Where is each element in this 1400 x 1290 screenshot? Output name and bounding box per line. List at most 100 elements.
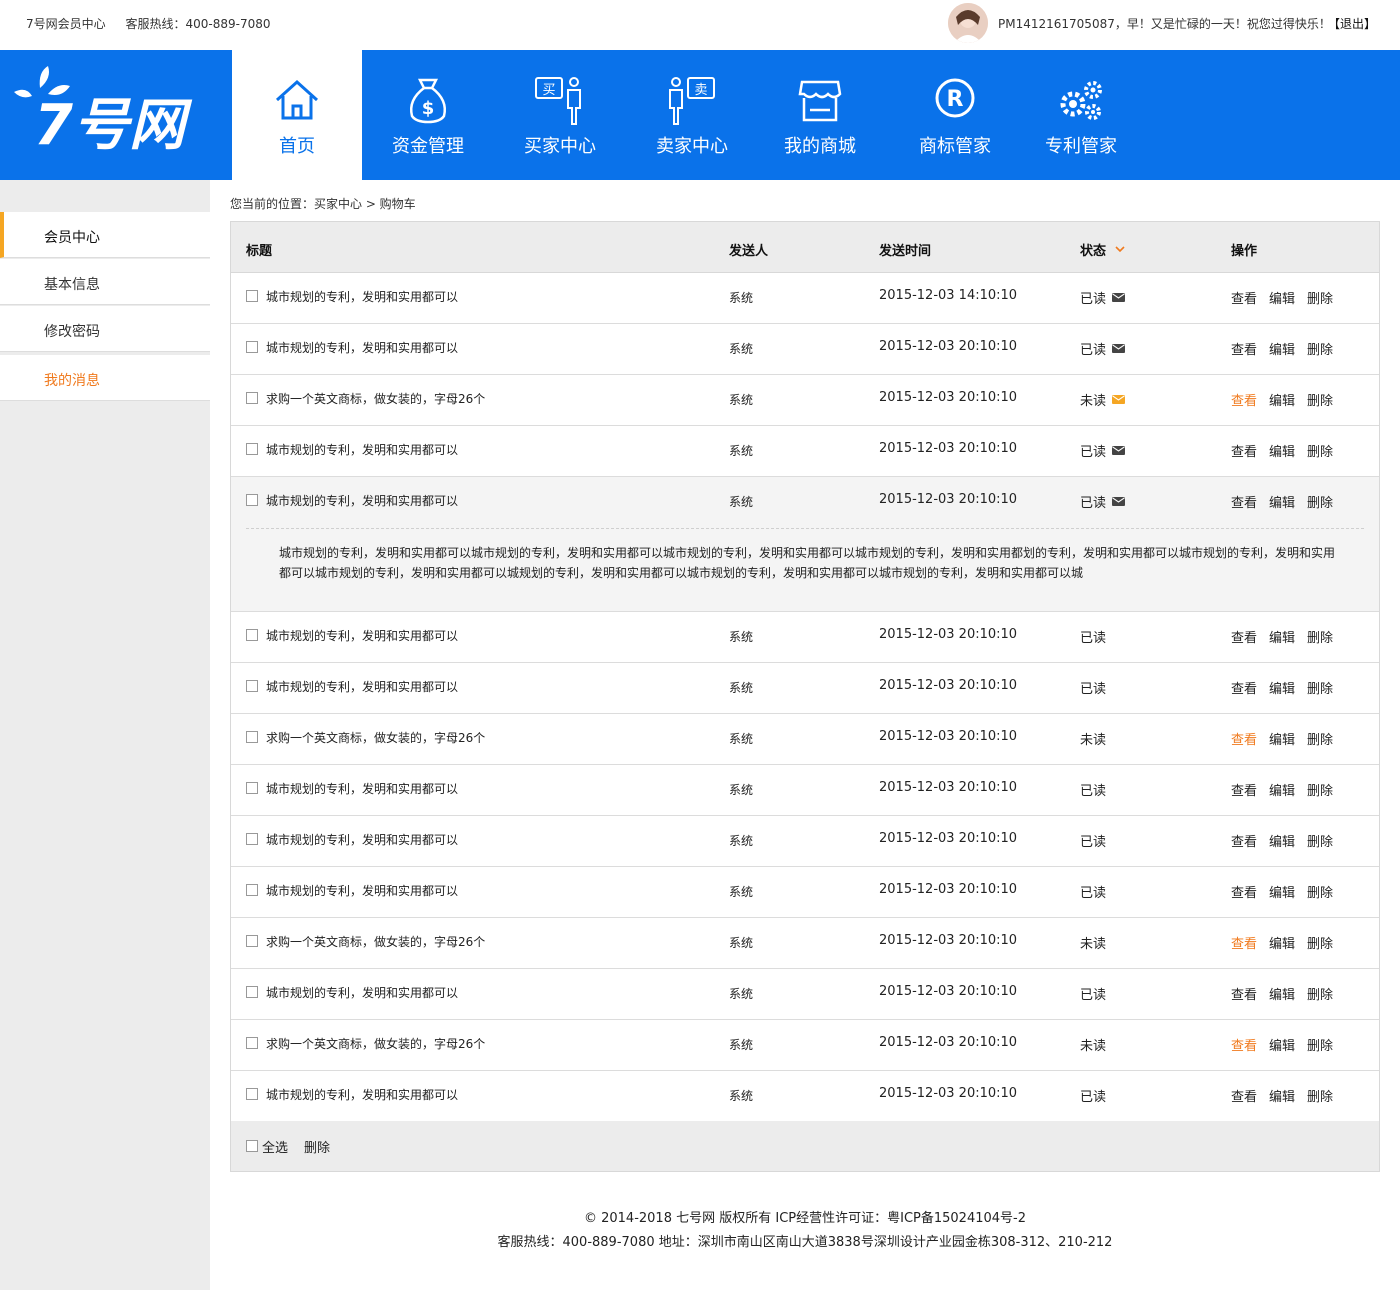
sidebar-item-member-center[interactable]: 会员中心 [0,212,210,258]
table-row[interactable]: 城市规划的专利，发明和实用都可以 系统 2015-12-03 20:10:10 已读 查… [231,1071,1379,1122]
view-button[interactable]: 查看 [1231,1086,1257,1105]
table-row[interactable]: 城市规划的专利，发明和实用都可以 系统 2015-12-03 20:10:10 已读 查… [231,765,1379,816]
row-title[interactable]: 城市规划的专利，发明和实用都可以 [266,882,458,899]
row-title[interactable]: 城市规划的专利，发明和实用都可以 [266,831,458,848]
row-checkbox[interactable] [246,680,258,692]
view-button[interactable]: 查看 [1231,288,1257,307]
logout-link[interactable]: 【退出】 [1328,15,1376,32]
row-checkbox[interactable] [246,1088,258,1100]
delete-button[interactable]: 删除 [1307,339,1333,358]
delete-button[interactable]: 删除 [1307,441,1333,460]
row-title[interactable]: 城市规划的专利，发明和实用都可以 [266,441,458,458]
row-checkbox[interactable] [246,935,258,947]
row-checkbox[interactable] [246,986,258,998]
table-row[interactable]: 城市规划的专利，发明和实用都可以 系统 2015-12-03 20:10:10 已读 查… [231,612,1379,663]
row-checkbox[interactable] [246,341,258,353]
view-button[interactable]: 查看 [1231,492,1257,511]
delete-button[interactable]: 删除 [1307,390,1333,409]
delete-button[interactable]: 删除 [1307,882,1333,901]
edit-button[interactable]: 编辑 [1269,627,1295,646]
delete-button[interactable]: 删除 [1307,984,1333,1003]
row-checkbox[interactable] [246,731,258,743]
view-button[interactable]: 查看 [1231,1035,1257,1054]
view-button[interactable]: 查看 [1231,627,1257,646]
table-row[interactable]: 求购一个英文商标，做女装的，字母26个 系统 2015-12-03 20:10:10… [231,375,1379,426]
sidebar-item-change-password[interactable]: 修改密码 [0,306,210,352]
row-checkbox[interactable] [246,494,258,506]
row-checkbox[interactable] [246,833,258,845]
view-button[interactable]: 查看 [1231,831,1257,850]
view-button[interactable]: 查看 [1231,984,1257,1003]
edit-button[interactable]: 编辑 [1269,390,1295,409]
table-row[interactable]: 城市规划的专利，发明和实用都可以 系统 2015-12-03 20:10:10 已读 查… [231,426,1379,477]
row-checkbox[interactable] [246,443,258,455]
delete-button[interactable]: 删除 [1307,831,1333,850]
table-row[interactable]: 求购一个英文商标，做女装的，字母26个 系统 2015-12-03 20:10:10… [231,1020,1379,1071]
table-row[interactable]: 城市规划的专利，发明和实用都可以 系统 2015-12-03 20:10:10 已读 查… [231,477,1379,612]
bulk-delete-button[interactable]: 删除 [304,1137,330,1156]
row-checkbox[interactable] [246,392,258,404]
view-button[interactable]: 查看 [1231,882,1257,901]
row-title[interactable]: 城市规划的专利，发明和实用都可以 [266,288,458,305]
delete-button[interactable]: 删除 [1307,627,1333,646]
delete-button[interactable]: 删除 [1307,678,1333,697]
delete-button[interactable]: 删除 [1307,1035,1333,1054]
edit-button[interactable]: 编辑 [1269,831,1295,850]
view-button[interactable]: 查看 [1231,933,1257,952]
delete-button[interactable]: 删除 [1307,729,1333,748]
table-row[interactable]: 求购一个英文商标，做女装的，字母26个 系统 2015-12-03 20:10:10… [231,714,1379,765]
row-title[interactable]: 求购一个英文商标，做女装的，字母26个 [266,729,485,746]
row-title[interactable]: 城市规划的专利，发明和实用都可以 [266,339,458,356]
edit-button[interactable]: 编辑 [1269,492,1295,511]
row-title[interactable]: 城市规划的专利，发明和实用都可以 [266,984,458,1001]
sidebar-item-basic-info[interactable]: 基本信息 [0,259,210,305]
table-row[interactable]: 城市规划的专利，发明和实用都可以 系统 2015-12-03 14:10:10 已读 查… [231,273,1379,324]
view-button[interactable]: 查看 [1231,729,1257,748]
view-button[interactable]: 查看 [1231,441,1257,460]
edit-button[interactable]: 编辑 [1269,729,1295,748]
delete-button[interactable]: 删除 [1307,933,1333,952]
table-row[interactable]: 城市规划的专利，发明和实用都可以 系统 2015-12-03 20:10:10 已读 查… [231,969,1379,1020]
row-title[interactable]: 求购一个英文商标，做女装的，字母26个 [266,390,485,407]
table-row[interactable]: 求购一个英文商标，做女装的，字母26个 系统 2015-12-03 20:10:10… [231,918,1379,969]
view-button[interactable]: 查看 [1231,390,1257,409]
view-button[interactable]: 查看 [1231,339,1257,358]
row-checkbox[interactable] [246,290,258,302]
row-title[interactable]: 城市规划的专利，发明和实用都可以 [266,492,458,509]
table-row[interactable]: 城市规划的专利，发明和实用都可以 系统 2015-12-03 20:10:10 已读 查… [231,324,1379,375]
edit-button[interactable]: 编辑 [1269,441,1295,460]
row-checkbox[interactable] [246,884,258,896]
edit-button[interactable]: 编辑 [1269,339,1295,358]
nav-patent[interactable]: 专利管家 [1020,50,1142,180]
row-checkbox[interactable] [246,629,258,641]
edit-button[interactable]: 编辑 [1269,882,1295,901]
avatar[interactable] [948,3,988,43]
nav-home[interactable]: 首页 [232,50,362,180]
row-checkbox[interactable] [246,782,258,794]
sidebar-item-my-messages[interactable]: 我的消息 [0,355,210,401]
edit-button[interactable]: 编辑 [1269,1086,1295,1105]
edit-button[interactable]: 编辑 [1269,1035,1295,1054]
edit-button[interactable]: 编辑 [1269,933,1295,952]
row-title[interactable]: 求购一个英文商标，做女装的，字母26个 [266,933,485,950]
view-button[interactable]: 查看 [1231,780,1257,799]
select-all-checkbox[interactable] [246,1140,258,1152]
table-row[interactable]: 城市规划的专利，发明和实用都可以 系统 2015-12-03 20:10:10 已读 查… [231,816,1379,867]
nav-seller[interactable]: 卖 卖家中心 [626,50,758,180]
edit-button[interactable]: 编辑 [1269,780,1295,799]
delete-button[interactable]: 删除 [1307,288,1333,307]
row-title[interactable]: 求购一个英文商标，做女装的，字母26个 [266,1035,485,1052]
edit-button[interactable]: 编辑 [1269,678,1295,697]
delete-button[interactable]: 删除 [1307,492,1333,511]
row-title[interactable]: 城市规划的专利，发明和实用都可以 [266,1086,458,1103]
delete-button[interactable]: 删除 [1307,1086,1333,1105]
select-all-label[interactable]: 全选 [262,1137,288,1156]
header-status[interactable]: 状态 [1080,240,1125,259]
table-row[interactable]: 城市规划的专利，发明和实用都可以 系统 2015-12-03 20:10:10 已读 查… [231,867,1379,918]
brand-logo[interactable]: 7号网 [12,64,212,164]
nav-funds[interactable]: $ 资金管理 [362,50,494,180]
nav-trademark[interactable]: R 商标管家 [890,50,1020,180]
table-row[interactable]: 城市规划的专利，发明和实用都可以 系统 2015-12-03 20:10:10 已读 查… [231,663,1379,714]
row-title[interactable]: 城市规划的专利，发明和实用都可以 [266,678,458,695]
row-title[interactable]: 城市规划的专利，发明和实用都可以 [266,627,458,644]
